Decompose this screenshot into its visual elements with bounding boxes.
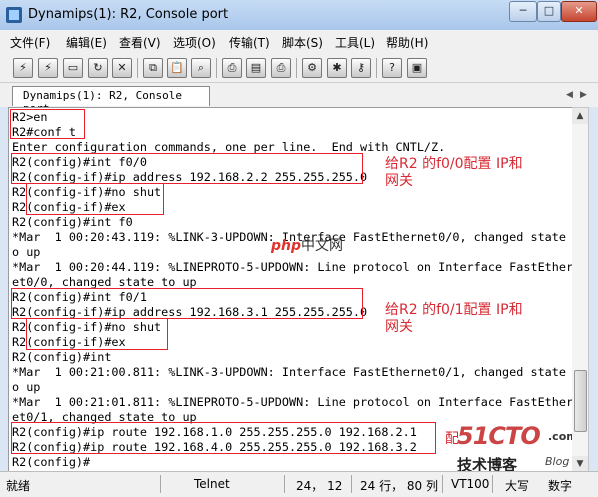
print-setup-icon[interactable]: ⎙	[222, 58, 242, 78]
toolbar-separator	[216, 58, 217, 78]
scroll-thumb[interactable]	[574, 370, 587, 432]
site-watermark: 51CTO .com 技术博客 Blog	[457, 422, 573, 473]
status-protocol: Telnet	[194, 477, 230, 491]
menu-transfer[interactable]: 传输(T)	[229, 34, 270, 51]
highlight-box	[11, 422, 436, 454]
highlight-box	[11, 153, 363, 184]
menu-bar: 文件(F) 编辑(E) 查看(V) 选项(O) 传输(T) 脚本(S) 工具(L…	[0, 30, 598, 53]
status-separator	[160, 475, 161, 493]
scroll-up-icon[interactable]: ▲	[572, 108, 588, 124]
scroll-down-icon[interactable]: ▼	[572, 456, 588, 472]
vertical-scrollbar[interactable]: ▲ ▼	[572, 107, 589, 473]
menu-view[interactable]: 查看(V)	[119, 34, 161, 51]
status-ready: 就绪	[6, 479, 31, 493]
global-options-icon[interactable]: ✱	[327, 58, 347, 78]
log-icon[interactable]: ▤	[246, 58, 266, 78]
terminal-line: *Mar 1 00:20:44.119: %LINEPROTO-5-UPDOWN…	[12, 260, 574, 274]
menu-help[interactable]: 帮助(H)	[386, 34, 428, 51]
tab-session[interactable]: Dynamips(1): R2, Console port	[12, 86, 210, 115]
quick-connect-icon[interactable]: ⚡	[38, 58, 58, 78]
tab-scroll-right-icon[interactable]: ▶	[580, 90, 587, 100]
status-emulation: VT100	[451, 477, 490, 491]
help-icon[interactable]: ?	[382, 58, 402, 78]
status-separator	[442, 475, 443, 493]
status-bar: 就绪 Telnet 24， 12 24 行， 80 列 VT100 大写 数字	[0, 471, 598, 497]
menu-script[interactable]: 脚本(S)	[282, 34, 323, 51]
status-num: 数字	[548, 479, 573, 493]
terminal-line: *Mar 1 00:21:00.811: %LINK-3-UPDOWN: Int…	[12, 365, 574, 379]
minimize-button[interactable]: ─	[509, 1, 537, 22]
keymap-icon[interactable]: ⚷	[351, 58, 371, 78]
status-separator	[284, 475, 285, 493]
status-cursor-position: 24， 12	[296, 479, 343, 493]
annotation-f0-1: 给R2 的f0/1配置 IP和 网关	[385, 302, 523, 335]
status-separator	[492, 475, 493, 493]
toolbar-separator	[137, 58, 138, 78]
menu-options[interactable]: 选项(O)	[173, 34, 216, 51]
terminal-view[interactable]: R2>en R2#conf t Enter configuration comm…	[8, 107, 574, 473]
session-options-icon[interactable]: ⚙	[302, 58, 322, 78]
connect-icon[interactable]: ⚡	[13, 58, 33, 78]
reconnect-icon[interactable]: ↻	[88, 58, 108, 78]
terminal-line: o up	[12, 380, 41, 394]
tab-scroll-left-icon[interactable]: ◀	[566, 90, 573, 100]
terminal-line: R2(config)#	[12, 455, 91, 469]
copy-icon[interactable]: ⧉	[143, 58, 163, 78]
print-icon[interactable]: ⎙	[271, 58, 291, 78]
app-icon	[6, 7, 22, 23]
session-manager-icon[interactable]: ▭	[63, 58, 83, 78]
highlight-box	[26, 318, 168, 350]
toolbar-separator	[296, 58, 297, 78]
paste-icon[interactable]: 📋	[167, 58, 187, 78]
status-caps: 大写	[505, 479, 530, 493]
menu-edit[interactable]: 编辑(E)	[66, 34, 107, 51]
title-bar: Dynamips(1): R2, Console port ─ □ ✕	[0, 0, 598, 30]
annotation-f0-0: 给R2 的f0/0配置 IP和 网关	[385, 156, 523, 189]
terminal-line: R2(config)#int	[12, 350, 112, 364]
menu-tools[interactable]: 工具(L)	[335, 34, 375, 51]
find-icon[interactable]: ⌕	[191, 58, 211, 78]
toolbar-separator	[376, 58, 377, 78]
status-terminal-size: 24 行， 80 列	[360, 479, 438, 493]
app-window: Dynamips(1): R2, Console port ─ □ ✕ 文件(F…	[0, 0, 598, 497]
highlight-box	[26, 183, 164, 215]
toolbar: ⚡ ⚡ ▭ ↻ ✕ ⧉ 📋 ⌕ ⎙ ▤ ⎙ ⚙ ✱ ⚷ ? ▣	[0, 52, 598, 83]
highlight-box	[10, 109, 85, 139]
php-watermark: php中文网	[271, 238, 344, 254]
menu-file[interactable]: 文件(F)	[10, 34, 50, 51]
terminal-line: o up	[12, 245, 41, 259]
disconnect-icon[interactable]: ✕	[112, 58, 132, 78]
highlight-box	[11, 288, 363, 319]
about-icon[interactable]: ▣	[407, 58, 427, 78]
session-tab-bar: Dynamips(1): R2, Console port ◀ ▶	[0, 83, 598, 115]
window-title: Dynamips(1): R2, Console port	[28, 7, 229, 22]
terminal-line: R2(config)#int f0	[12, 215, 133, 229]
status-separator	[351, 475, 352, 493]
terminal-line: *Mar 1 00:21:01.811: %LINEPROTO-5-UPDOWN…	[12, 395, 574, 409]
close-button[interactable]: ✕	[561, 1, 597, 22]
maximize-button[interactable]: □	[537, 1, 561, 22]
